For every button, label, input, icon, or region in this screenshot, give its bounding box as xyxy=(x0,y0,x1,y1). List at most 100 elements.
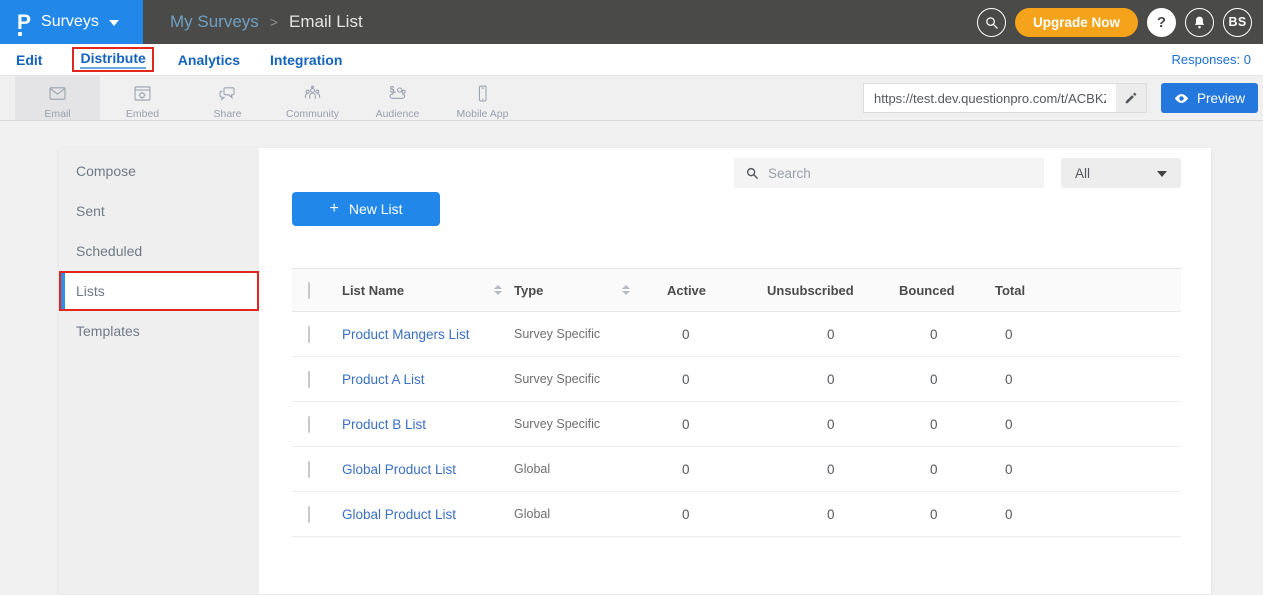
row-checkbox[interactable] xyxy=(308,506,310,523)
tab-integration[interactable]: Integration xyxy=(270,50,342,70)
list-name-link[interactable]: Product Mangers List xyxy=(342,327,470,342)
bounced-count: 0 xyxy=(896,327,992,342)
table-row: Product A List Survey Specific 0 0 0 0 xyxy=(292,357,1181,402)
upgrade-now-button[interactable]: Upgrade Now xyxy=(1015,8,1138,37)
active-count: 0 xyxy=(664,417,764,432)
total-count: 0 xyxy=(992,507,1181,522)
survey-url-group xyxy=(863,83,1147,113)
responses-count[interactable]: Responses: 0 xyxy=(1172,52,1252,67)
distribute-toolbar: Email Embed Share Community $ Audience M… xyxy=(0,75,1263,121)
select-all-checkbox[interactable] xyxy=(308,282,310,299)
breadcrumb-separator: > xyxy=(270,14,278,30)
header-list-name: List Name xyxy=(342,283,404,298)
unsubscribed-count: 0 xyxy=(764,327,896,342)
breadcrumb: My Surveys > Email List xyxy=(170,0,363,44)
toolbar-item-embed[interactable]: Embed xyxy=(100,76,185,120)
active-count: 0 xyxy=(664,462,764,477)
list-name-link[interactable]: Global Product List xyxy=(342,462,456,477)
unsubscribed-count: 0 xyxy=(764,372,896,387)
search-icon xyxy=(745,166,759,180)
toolbar-item-community[interactable]: Community xyxy=(270,76,355,120)
questionpro-logo-icon: P xyxy=(17,12,31,33)
list-name-link[interactable]: Product A List xyxy=(342,372,425,387)
email-sidebar: Compose Sent Scheduled Lists Templates xyxy=(59,148,259,594)
bell-icon xyxy=(1192,15,1207,30)
eye-icon xyxy=(1174,91,1189,106)
row-checkbox[interactable] xyxy=(308,326,310,343)
plus-icon: + xyxy=(329,201,338,217)
sort-type-icon[interactable] xyxy=(622,285,630,295)
preview-button[interactable]: Preview xyxy=(1161,83,1258,113)
sidebar-item-sent[interactable]: Sent xyxy=(59,191,259,231)
sidebar-item-lists[interactable]: Lists xyxy=(59,271,259,311)
unsubscribed-count: 0 xyxy=(764,462,896,477)
tab-analytics[interactable]: Analytics xyxy=(178,50,240,70)
header-bounced: Bounced xyxy=(896,283,992,298)
email-lists-card: Compose Sent Scheduled Lists Templates A… xyxy=(59,148,1211,594)
share-icon xyxy=(216,83,239,104)
pencil-icon xyxy=(1124,91,1138,105)
unsubscribed-count: 0 xyxy=(764,507,896,522)
bounced-count: 0 xyxy=(896,507,992,522)
table-row: Global Product List Global 0 0 0 0 xyxy=(292,447,1181,492)
product-menu-label: Surveys xyxy=(41,13,99,31)
avatar[interactable]: BS xyxy=(1223,8,1252,37)
toolbar-item-share[interactable]: Share xyxy=(185,76,270,120)
help-button[interactable]: ? xyxy=(1147,8,1176,37)
table-header-row: List Name Type Active Unsubscribed Bounc… xyxy=(292,268,1181,312)
row-checkbox[interactable] xyxy=(308,371,310,388)
sort-list-name-icon[interactable] xyxy=(494,285,502,295)
sidebar-item-scheduled[interactable]: Scheduled xyxy=(59,231,259,271)
toolbar-item-email[interactable]: Email xyxy=(15,76,100,120)
product-switcher[interactable]: P Surveys xyxy=(0,0,143,44)
total-count: 0 xyxy=(992,372,1181,387)
total-count: 0 xyxy=(992,327,1181,342)
filter-selected-value: All xyxy=(1075,166,1090,181)
total-count: 0 xyxy=(992,462,1181,477)
active-count: 0 xyxy=(664,507,764,522)
tab-distribute[interactable]: Distribute xyxy=(80,48,145,69)
unsubscribed-count: 0 xyxy=(764,417,896,432)
new-list-button[interactable]: + New List xyxy=(292,192,440,226)
table-row: Product B List Survey Specific 0 0 0 0 xyxy=(292,402,1181,447)
sidebar-item-compose[interactable]: Compose xyxy=(59,151,259,191)
email-icon xyxy=(46,83,69,104)
table-row: Global Product List Global 0 0 0 0 xyxy=(292,492,1181,537)
row-checkbox[interactable] xyxy=(308,416,310,433)
header-total: Total xyxy=(992,283,1181,298)
header-unsubscribed: Unsubscribed xyxy=(764,283,896,298)
table-row: Product Mangers List Survey Specific 0 0… xyxy=(292,312,1181,357)
list-type-filter-dropdown[interactable]: All xyxy=(1061,158,1181,188)
total-count: 0 xyxy=(992,417,1181,432)
chevron-down-icon xyxy=(109,20,119,26)
toolbar-item-audience[interactable]: $ Audience xyxy=(355,76,440,120)
tab-edit[interactable]: Edit xyxy=(16,50,42,70)
search-button[interactable] xyxy=(977,8,1006,37)
annotation-box-distribute: Distribute xyxy=(72,47,153,72)
filter-row: All xyxy=(292,158,1181,188)
chevron-down-icon xyxy=(1157,171,1167,177)
notifications-button[interactable] xyxy=(1185,8,1214,37)
topbar-actions: Upgrade Now ? BS xyxy=(977,0,1263,44)
lists-main-panel: All + New List List Name Type xyxy=(259,148,1211,594)
top-bar: P Surveys My Surveys > Email List Upgrad… xyxy=(0,0,1263,44)
edit-url-button[interactable] xyxy=(1116,84,1146,112)
list-name-link[interactable]: Global Product List xyxy=(342,507,456,522)
search-box xyxy=(734,158,1044,188)
toolbar-item-mobile-app[interactable]: Mobile App xyxy=(440,76,525,120)
audience-icon: $ xyxy=(386,83,409,104)
bounced-count: 0 xyxy=(896,372,992,387)
header-type: Type xyxy=(514,283,543,298)
community-icon xyxy=(301,83,324,104)
sidebar-item-templates[interactable]: Templates xyxy=(59,311,259,351)
row-checkbox[interactable] xyxy=(308,461,310,478)
survey-url-input[interactable] xyxy=(864,84,1116,112)
mobile-app-icon xyxy=(471,83,494,104)
search-input[interactable] xyxy=(768,166,1033,181)
breadcrumb-my-surveys[interactable]: My Surveys xyxy=(170,12,259,32)
list-name-link[interactable]: Product B List xyxy=(342,417,426,432)
embed-icon xyxy=(131,83,154,104)
header-active: Active xyxy=(664,283,764,298)
question-mark-icon: ? xyxy=(1157,14,1166,31)
search-icon xyxy=(984,15,999,30)
